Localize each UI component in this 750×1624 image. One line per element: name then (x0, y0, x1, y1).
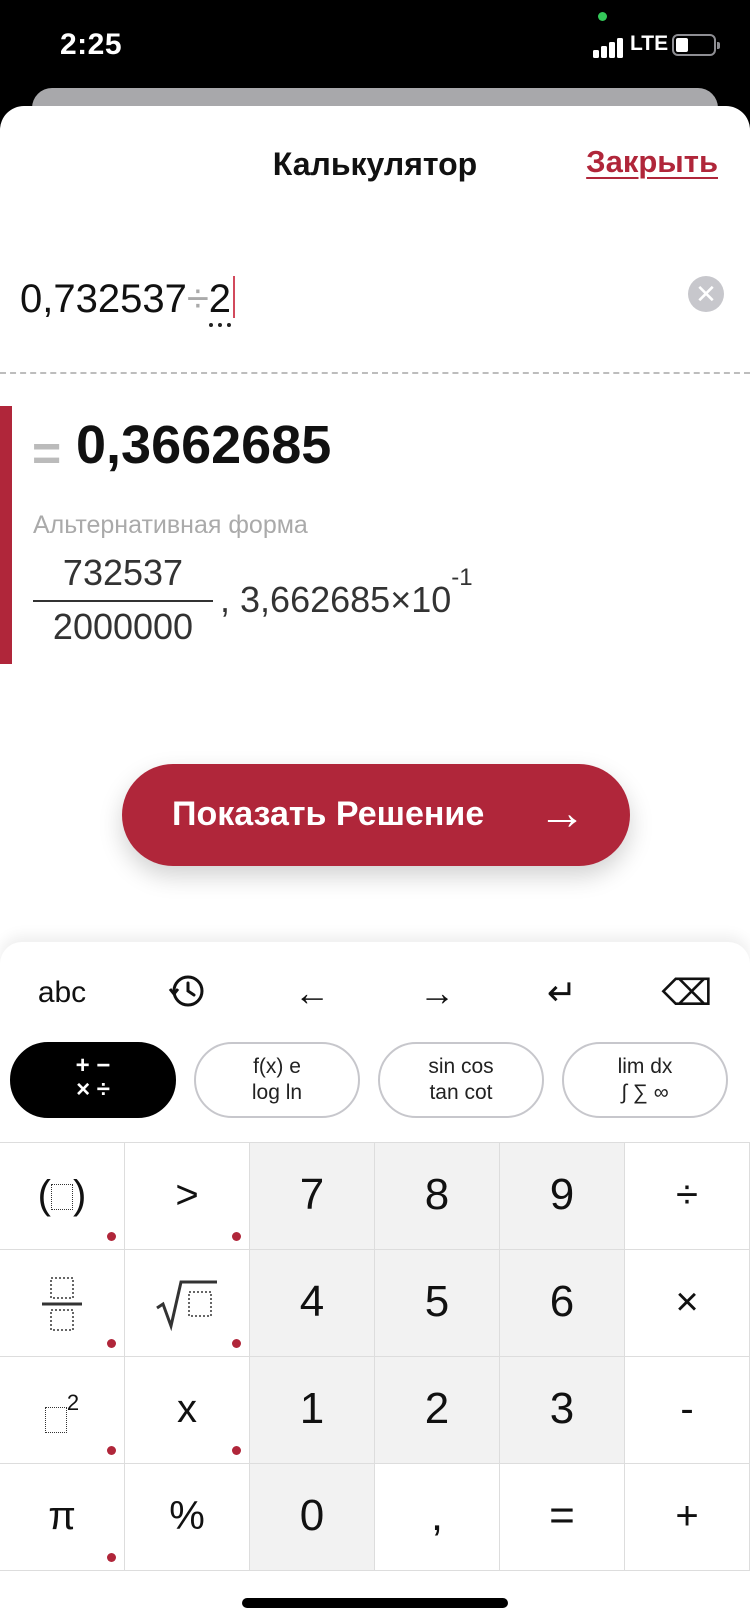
status-time: 2:25 (60, 28, 123, 61)
minus-key[interactable]: - (625, 1357, 750, 1464)
fraction-denominator: 2000000 (52, 606, 194, 647)
square-key[interactable]: 2 (0, 1357, 125, 1464)
equals-sign: = (32, 425, 62, 481)
plus-key[interactable]: + (625, 1464, 750, 1571)
square-exponent: 2 (66, 1390, 80, 1415)
variable-x-key[interactable]: x (125, 1357, 250, 1464)
result-value: 0,3662685 (76, 415, 332, 475)
key-9[interactable]: 9 (500, 1143, 625, 1250)
comma-key[interactable]: , (375, 1464, 500, 1571)
expression-input[interactable]: 0,732537÷2 (20, 276, 236, 327)
fraction-key[interactable] (0, 1250, 125, 1357)
home-indicator[interactable] (242, 1598, 508, 1608)
gt-label: > (175, 1173, 199, 1217)
expression-right: 2 (208, 277, 232, 327)
tab-trig[interactable]: sin cos tan cot (378, 1042, 544, 1118)
tab-functions-line2: log ln (251, 1081, 303, 1104)
percent-key[interactable]: % (125, 1464, 250, 1571)
parentheses-key[interactable]: () (0, 1143, 125, 1250)
key-3[interactable]: 3 (500, 1357, 625, 1464)
x-label: x (177, 1387, 197, 1431)
phone-screen: 2:25 LTE Калькулятор Закрыть 0,732537÷2 … (0, 0, 750, 1624)
keyboard-toolbar: abc ← → ↵ ⌫ (0, 972, 750, 1022)
key-5[interactable]: 5 (375, 1250, 500, 1357)
keyboard-tabs: + − × ÷ f(x) e log ln sin cos tan cot lim d… (0, 1042, 750, 1122)
key-6[interactable]: 6 (500, 1250, 625, 1357)
show-solution-label: Показать Решение (172, 795, 485, 833)
expression-left: 0,732537 (20, 277, 187, 321)
clear-input-icon[interactable]: ✕ (688, 276, 724, 312)
enter-key[interactable]: ↵ (522, 972, 602, 1014)
close-link[interactable]: Закрыть (586, 144, 718, 180)
key-7[interactable]: 7 (250, 1143, 375, 1250)
key-2[interactable]: 2 (375, 1357, 500, 1464)
history-icon[interactable] (147, 972, 227, 1019)
tab-arithmetic[interactable]: + − × ÷ (10, 1042, 176, 1118)
tab-arithmetic-line1: + − (75, 1052, 111, 1079)
key-0[interactable]: 0 (250, 1464, 375, 1571)
cursor-right-key[interactable]: → (397, 972, 477, 1014)
tab-calculus[interactable]: lim dx ∫ ∑ ∞ (562, 1042, 728, 1118)
network-label: LTE (630, 32, 669, 55)
battery-icon (672, 34, 720, 56)
tab-calculus-line1: lim dx (617, 1055, 673, 1078)
tab-functions[interactable]: f(x) e log ln (194, 1042, 360, 1118)
tab-arithmetic-line2: × ÷ (76, 1076, 110, 1103)
abc-key[interactable]: abc (22, 976, 102, 1010)
signal-icon (593, 36, 627, 58)
tab-calculus-line2: ∫ ∑ ∞ (621, 1081, 669, 1104)
alternative-form-label: Альтернативная форма (33, 511, 308, 539)
square-root-key[interactable] (125, 1250, 250, 1357)
math-keyboard: abc ← → ↵ ⌫ + − × ÷ f(x) e log ln sin cos t… (0, 942, 750, 1624)
backspace-key[interactable]: ⌫ (647, 972, 727, 1014)
show-solution-button[interactable]: Показать Решение → (122, 764, 630, 866)
pi-label: π (48, 1494, 76, 1538)
fraction-result: 732537 2000000 (33, 552, 213, 648)
divider (0, 372, 750, 374)
key-8[interactable]: 8 (375, 1143, 500, 1250)
divide-key[interactable]: ÷ (625, 1143, 750, 1250)
alt-separator: , (220, 579, 231, 620)
equals-key[interactable]: = (500, 1464, 625, 1571)
pi-key[interactable]: π (0, 1464, 125, 1571)
multiply-key[interactable]: × (625, 1250, 750, 1357)
tab-trig-line2: tan cot (429, 1081, 493, 1104)
text-caret (233, 276, 236, 318)
cursor-left-key[interactable]: ← (272, 972, 352, 1014)
scientific-exponent: -1 (451, 564, 473, 591)
key-1[interactable]: 1 (250, 1357, 375, 1464)
scientific-times: × (390, 579, 412, 620)
result-accent-bar (0, 406, 12, 664)
scientific-result: , 3,662685×10-1 (220, 564, 473, 621)
camera-indicator-icon (598, 12, 607, 21)
calculator-sheet: Калькулятор Закрыть 0,732537÷2 ✕ = 0,366… (0, 106, 750, 1624)
greater-than-key[interactable]: > (125, 1143, 250, 1250)
arrow-right-icon: → (538, 787, 586, 840)
tab-functions-line1: f(x) e (253, 1055, 301, 1078)
fraction-numerator: 732537 (62, 552, 184, 593)
scientific-mantissa: 3,662685 (240, 579, 391, 620)
scientific-base: 10 (411, 579, 452, 620)
key-4[interactable]: 4 (250, 1250, 375, 1357)
expression-operator: ÷ (186, 277, 209, 321)
key-grid: () > 7 8 9 ÷ 4 5 6 × 2 x 1 2 3 - π % 0 ,… (0, 1142, 750, 1571)
tab-trig-line1: sin cos (428, 1055, 494, 1078)
